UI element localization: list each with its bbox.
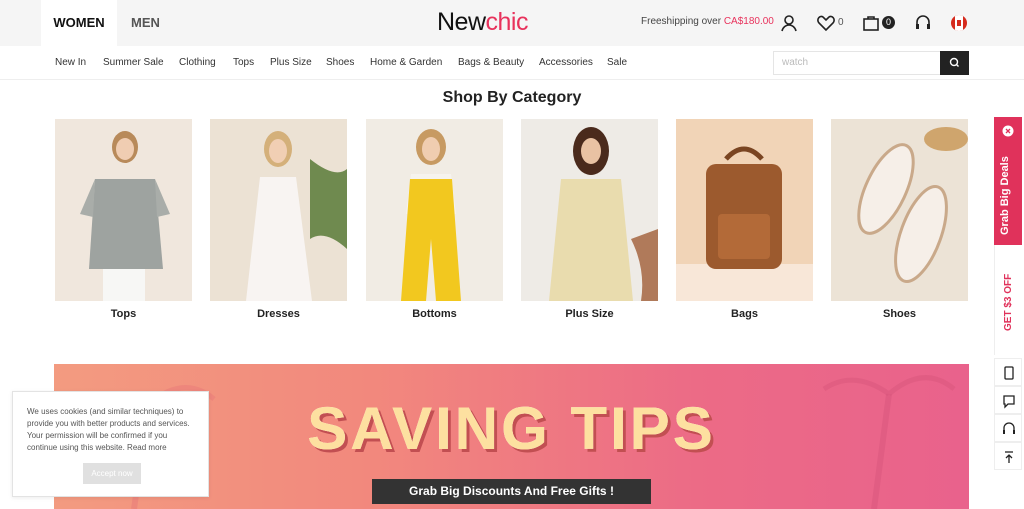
nav-item-plus-size[interactable]: Plus Size [270,57,312,68]
nav-item-new-in[interactable]: New In [55,57,86,68]
banner-subtitle: Grab Big Discounts And Free Gifts ! [372,479,651,504]
section-title: Shop By Category [442,89,582,106]
shipping-amount: CA$180.00 [723,16,774,27]
wishlist-count: 0 [838,17,844,28]
nav-item-shoes[interactable]: Shoes [326,57,354,68]
grab-big-deals-label: Grab Big Deals [999,156,1011,235]
feedback-button[interactable] [994,386,1022,414]
message-icon [1003,395,1015,409]
category-tile-dresses[interactable] [210,119,347,301]
category-label-bags[interactable]: Bags [676,308,813,320]
tab-women[interactable]: WOMEN [41,0,117,46]
search-icon [949,57,959,67]
search-input[interactable]: watch [773,51,941,75]
phone-icon [1004,366,1014,380]
cookie-accept-button[interactable]: Accept now [83,463,141,484]
nav-item-sale[interactable]: Sale [607,57,627,68]
category-label-plus-size[interactable]: Plus Size [521,308,658,320]
category-tile-tops[interactable] [55,119,192,301]
search-button[interactable] [940,51,969,75]
shoes-product-image [831,119,968,301]
nav-item-clothing[interactable]: Clothing [179,57,216,68]
bags-product-image [676,119,813,301]
shipping-notice: Freeshipping over CA$180.00 [641,16,774,27]
back-to-top-button[interactable] [994,442,1022,470]
top-bar: WOMEN MEN Newchic Freeshipping over CA$1… [0,0,1024,46]
category-tile-shoes[interactable] [831,119,968,301]
nav-item-bags-beauty[interactable]: Bags & Beauty [458,57,524,68]
nav-item-summer-sale[interactable]: Summer Sale [103,57,164,68]
get-discount-label: GET $3 OFF [1003,273,1014,331]
nav-item-tops[interactable]: Tops [233,57,254,68]
app-download-button[interactable] [994,358,1022,386]
category-label-shoes[interactable]: Shoes [831,308,968,320]
category-tile-bags[interactable] [676,119,813,301]
category-label-tops[interactable]: Tops [55,308,192,320]
logo-accent: chic [485,8,529,36]
dresses-product-image [210,119,347,301]
tops-product-image [55,119,192,301]
plus-size-product-image [521,119,658,301]
customer-service-button[interactable] [994,414,1022,442]
arrow-up-icon [1005,451,1013,463]
close-icon[interactable] [1002,125,1014,137]
canada-flag-icon[interactable] [951,15,967,31]
category-label-bottoms[interactable]: Bottoms [366,308,503,320]
account-icon[interactable] [779,13,799,33]
tab-men[interactable]: MEN [131,0,160,46]
nav-item-accessories[interactable]: Accessories [539,57,593,68]
cart-count: 0 [882,16,895,29]
logo-prefix: New [437,8,486,36]
category-tile-bottoms[interactable] [366,119,503,301]
support-headset-icon[interactable] [913,13,933,33]
get-discount-tab[interactable]: GET $3 OFF [994,245,1022,355]
cookie-text: We uses cookies (and similar techniques)… [27,407,190,452]
bottoms-product-image [366,119,503,301]
shipping-text: Freeshipping over [641,16,724,27]
category-label-dresses[interactable]: Dresses [210,308,347,320]
wishlist-icon[interactable] [816,13,836,33]
grab-big-deals-tab[interactable]: Grab Big Deals [994,117,1022,245]
headset-icon [1003,422,1015,434]
logo[interactable]: Newchic [437,8,528,37]
category-tile-plus-size[interactable] [521,119,658,301]
nav-item-home-garden[interactable]: Home & Garden [370,57,442,68]
cookie-notice: We uses cookies (and similar techniques)… [12,391,209,497]
cart-icon[interactable] [861,13,881,33]
